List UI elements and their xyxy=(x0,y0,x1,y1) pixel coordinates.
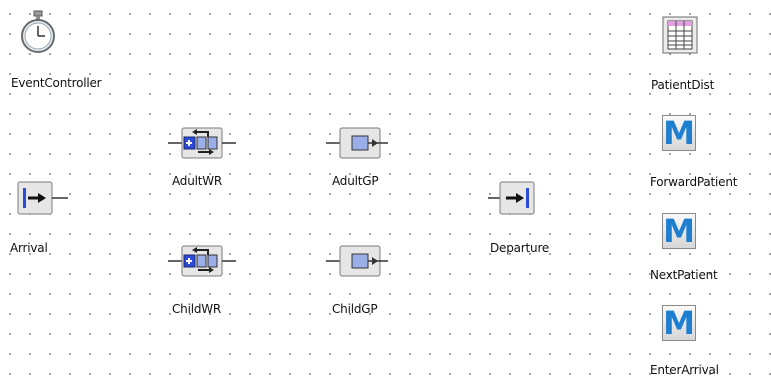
adult-gp-label: AdultGP xyxy=(332,174,379,188)
next-patient-label: NextPatient xyxy=(650,268,718,282)
method-m-icon: M xyxy=(662,114,696,152)
arrival-label: Arrival xyxy=(10,241,48,255)
stopwatch-icon xyxy=(21,10,55,53)
patient-dist-node[interactable]: PatientDist xyxy=(648,16,748,96)
forward-patient-label: ForwardPatient xyxy=(650,175,738,189)
child-gp-label: ChildGP xyxy=(332,302,378,316)
arrival-node[interactable]: Arrival xyxy=(10,180,90,260)
event-controller-label: EventController xyxy=(11,76,102,90)
event-controller-node[interactable]: EventController xyxy=(11,10,102,92)
adult-wr-label: AdultWR xyxy=(172,174,223,188)
table-icon xyxy=(662,16,698,54)
enter-arrival-label: EnterArrival xyxy=(650,363,719,377)
arrival-icon xyxy=(17,181,68,215)
next-patient-node[interactable]: M NextPatient xyxy=(648,213,768,293)
adult-gp-node[interactable]: AdultGP xyxy=(326,122,406,192)
enter-arrival-node[interactable]: M EnterArrival xyxy=(648,305,768,381)
method-m-icon: M xyxy=(662,212,696,250)
queue-server-icon xyxy=(168,127,236,159)
departure-icon xyxy=(488,181,535,215)
child-gp-node[interactable]: ChildGP xyxy=(326,240,406,316)
departure-label: Departure xyxy=(490,241,550,255)
child-wr-label: ChildWR xyxy=(172,302,222,316)
patient-dist-label: PatientDist xyxy=(651,78,715,92)
queue-server-icon xyxy=(168,245,236,277)
adult-wr-node[interactable]: AdultWR xyxy=(168,122,248,192)
child-wr-node[interactable]: ChildWR xyxy=(168,240,248,316)
departure-node[interactable]: Departure xyxy=(488,180,588,260)
method-m-icon: M xyxy=(662,304,696,342)
forward-patient-node[interactable]: M ForwardPatient xyxy=(648,115,768,195)
server-icon xyxy=(326,245,388,277)
server-icon xyxy=(326,127,388,159)
